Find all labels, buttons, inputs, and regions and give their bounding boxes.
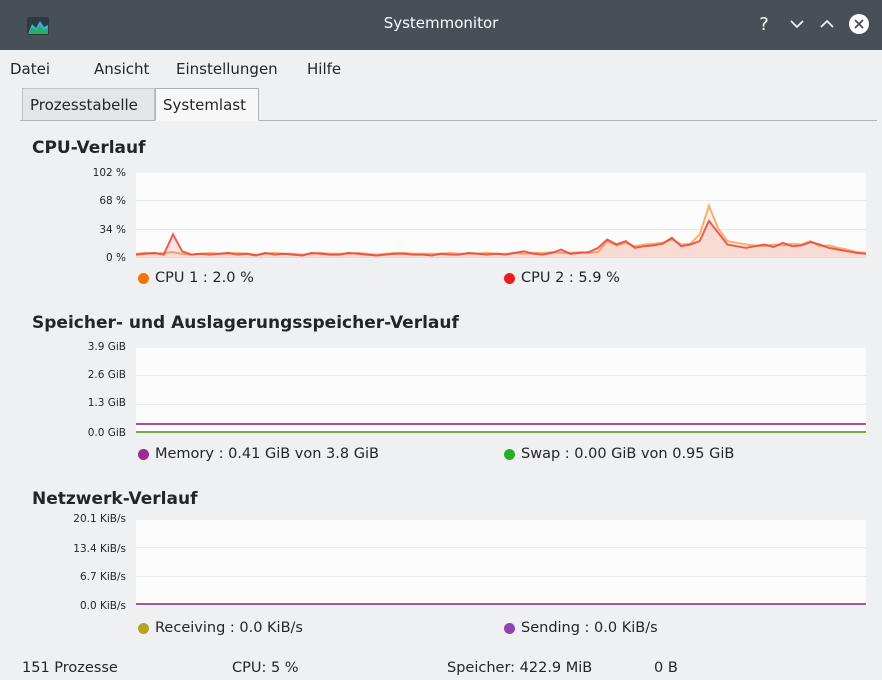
- memory-section-title: Speicher- und Auslagerungsspeicher-Verla…: [32, 313, 459, 333]
- tab-bar: Prozesstabelle Systemlast: [0, 88, 882, 122]
- cpu-tick-label: 0 %: [106, 252, 126, 264]
- cpu1-legend: CPU 1 : 2.0 %: [138, 270, 254, 286]
- window-title: Systemmonitor: [383, 14, 499, 32]
- status-swap: 0 B: [654, 660, 678, 676]
- tab-systemlast[interactable]: Systemlast: [155, 88, 259, 121]
- receiving-legend-label: Receiving : 0.0 KiB/s: [155, 620, 303, 636]
- tab-prozesstabelle[interactable]: Prozesstabelle: [22, 88, 155, 120]
- cpu-section-title: CPU-Verlauf: [32, 138, 146, 158]
- sending-legend: Sending : 0.0 KiB/s: [504, 620, 658, 636]
- sending-legend-label: Sending : 0.0 KiB/s: [521, 620, 658, 636]
- maximize-button[interactable]: [815, 12, 839, 36]
- cpu-series-area: [136, 220, 866, 258]
- receiving-legend: Receiving : 0.0 KiB/s: [138, 620, 303, 636]
- menu-bar: Datei Ansicht Einstellungen Hilfe: [0, 54, 882, 84]
- close-icon: [849, 14, 869, 34]
- cpu-tick-label: 102 %: [92, 167, 126, 179]
- memory-legend-label: Memory : 0.41 GiB von 3.8 GiB: [155, 446, 379, 462]
- memory-tick-label: 0.0 GiB: [87, 427, 126, 439]
- cpu2-color-dot: [504, 272, 515, 284]
- cpu-tick-label: 68 %: [99, 195, 126, 207]
- tab-divider: [20, 120, 877, 121]
- cpu-history-chart: [136, 172, 866, 258]
- minimize-button[interactable]: [785, 12, 809, 36]
- cpu1-color-dot: [138, 272, 149, 284]
- menu-datei[interactable]: Datei: [10, 60, 50, 78]
- cpu2-legend-label: CPU 2 : 5.9 %: [521, 270, 620, 286]
- menu-hilfe[interactable]: Hilfe: [307, 60, 341, 78]
- menu-ansicht[interactable]: Ansicht: [94, 60, 149, 78]
- chevron-up-icon: [820, 19, 834, 28]
- swap-legend-label: Swap : 0.00 GiB von 0.95 GiB: [521, 446, 735, 462]
- memory-color-dot: [138, 448, 149, 460]
- swap-legend: Swap : 0.00 GiB von 0.95 GiB: [504, 446, 734, 462]
- status-cpu: CPU: 5 %: [232, 660, 299, 676]
- memory-legend: Memory : 0.41 GiB von 3.8 GiB: [138, 446, 379, 462]
- network-tick-label: 6.7 KiB/s: [79, 571, 126, 583]
- receiving-color-dot: [138, 622, 149, 634]
- network-tick-label: 13.4 KiB/s: [73, 543, 126, 555]
- cpu2-legend: CPU 2 : 5.9 %: [504, 270, 620, 286]
- swap-color-dot: [504, 448, 515, 460]
- sending-color-dot: [504, 622, 515, 634]
- network-section-title: Netzwerk-Verlauf: [32, 489, 198, 509]
- menu-einstellungen[interactable]: Einstellungen: [176, 60, 278, 78]
- network-tick-label: 20.1 KiB/s: [73, 513, 126, 525]
- status-processes: 151 Prozesse: [22, 660, 118, 676]
- memory-tick-label: 1.3 GiB: [87, 397, 126, 409]
- title-bar: Systemmonitor ?: [0, 0, 882, 50]
- network-history-chart: [136, 519, 866, 605]
- cpu1-legend-label: CPU 1 : 2.0 %: [155, 270, 254, 286]
- memory-tick-label: 2.6 GiB: [87, 369, 126, 381]
- close-button[interactable]: [847, 12, 871, 36]
- help-button[interactable]: ?: [752, 12, 776, 36]
- network-tick-label: 0.0 KiB/s: [79, 600, 126, 612]
- cpu-tick-label: 34 %: [99, 224, 126, 236]
- memory-history-chart: [136, 347, 866, 433]
- status-memory: Speicher: 422.9 MiB: [447, 660, 593, 676]
- memory-tick-label: 3.9 GiB: [87, 341, 126, 353]
- chevron-down-icon: [790, 20, 804, 29]
